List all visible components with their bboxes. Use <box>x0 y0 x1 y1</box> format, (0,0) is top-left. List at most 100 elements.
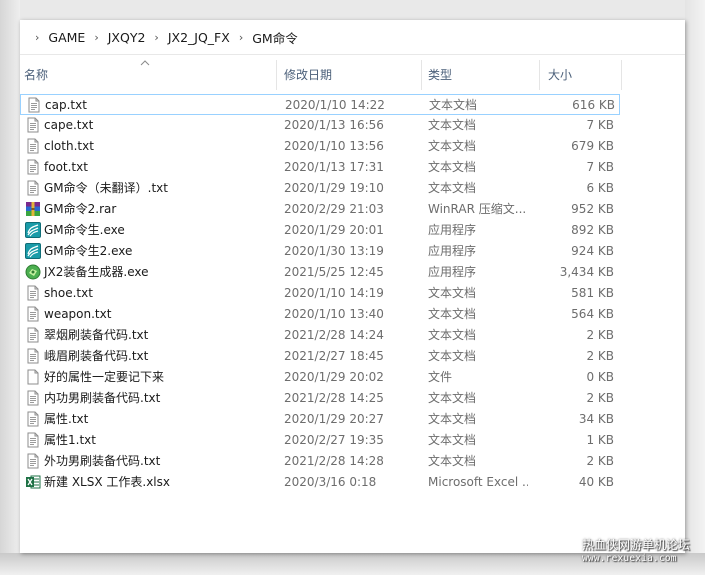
file-row[interactable]: 内功男刷装备代码.txt 2021/2/28 14:25 文本文档 2 KB <box>20 388 620 409</box>
file-type: 文本文档 <box>428 286 477 300</box>
file-name: GM命令生2.exe <box>44 244 133 258</box>
file-row[interactable]: 外功男刷装备代码.txt 2021/2/28 14:28 文本文档 2 KB <box>20 451 620 472</box>
file-size: 2 KB <box>586 328 614 342</box>
application-icon <box>25 222 41 238</box>
file-row[interactable]: 好的属性一定要记下来 2020/1/29 20:02 文件 0 KB <box>20 367 620 388</box>
column-date-header[interactable]: 修改日期 <box>280 60 422 90</box>
file-size: 7 KB <box>586 160 614 174</box>
file-row[interactable]: JX2装备生成器.exe 2021/5/25 12:45 应用程序 3,434 KB <box>20 262 620 283</box>
breadcrumb-gm-commands[interactable]: GM命令 <box>252 28 297 47</box>
file-row[interactable]: GM命令生.exe 2020/1/29 20:01 应用程序 892 KB <box>20 220 620 241</box>
file-name: JX2装备生成器.exe <box>44 265 149 279</box>
watermark: 热血侠网游单机论坛 www.rexuexia.com <box>582 538 702 566</box>
file-row[interactable]: foot.txt 2020/1/13 17:31 文本文档 7 KB <box>20 157 620 178</box>
file-name: GM命令2.rar <box>44 202 117 216</box>
breadcrumb-game[interactable]: GAME <box>48 30 85 45</box>
file-date-modified: 2020/3/16 0:18 <box>284 475 377 489</box>
watermark-url: www.rexuexia.com <box>582 553 677 564</box>
file-date-modified: 2021/2/28 14:24 <box>284 328 384 342</box>
file-type: 文本文档 <box>428 328 477 342</box>
text-file-icon <box>26 97 42 113</box>
file-size: 952 KB <box>571 202 614 216</box>
file-size: 1 KB <box>586 433 614 447</box>
file-name: cape.txt <box>44 118 94 132</box>
text-file-icon <box>25 327 41 343</box>
blank-file-icon <box>25 369 41 385</box>
sort-up-icon <box>140 60 150 66</box>
file-type: 文本文档 <box>428 412 477 426</box>
file-type: 文本文档 <box>428 454 477 468</box>
file-row[interactable]: 属性1.txt 2020/2/27 19:35 文本文档 1 KB <box>20 430 620 451</box>
file-row[interactable]: GM命令2.rar 2020/2/29 21:03 WinRAR 压缩文... 952… <box>20 199 620 220</box>
file-row[interactable]: cape.txt 2020/1/13 16:56 文本文档 7 KB <box>20 115 620 136</box>
text-file-icon <box>25 390 41 406</box>
file-type: 文本文档 <box>428 181 477 195</box>
text-file-icon <box>25 348 41 364</box>
file-size: 6 KB <box>586 181 614 195</box>
file-date-modified: 2021/2/28 14:25 <box>284 391 384 405</box>
text-file-icon <box>25 306 41 322</box>
file-name: 属性1.txt <box>44 433 96 447</box>
file-row[interactable]: GM命令生2.exe 2020/1/30 13:19 应用程序 924 KB <box>20 241 620 262</box>
file-row[interactable]: GM命令（未翻译）.txt 2020/1/29 19:10 文本文档 6 KB <box>20 178 620 199</box>
file-row[interactable]: shoe.txt 2020/1/10 14:19 文本文档 581 KB <box>20 283 620 304</box>
breadcrumb: › GAME › JXQY2 › JX2_JQ_FX › GM命令 <box>26 20 298 54</box>
breadcrumb-jxqy2[interactable]: JXQY2 <box>108 30 146 45</box>
file-row[interactable]: 新建 XLSX 工作表.xlsx 2020/3/16 0:18 Microsoft … <box>20 472 620 493</box>
file-type: Microsoft Excel ... <box>428 475 528 489</box>
file-size: 34 KB <box>578 412 614 426</box>
text-file-icon <box>25 117 41 133</box>
file-date-modified: 2021/2/28 14:28 <box>284 454 384 468</box>
file-name: foot.txt <box>44 160 88 174</box>
file-row[interactable]: cap.txt 2020/1/10 14:22 文本文档 616 KB <box>20 94 620 115</box>
file-size: 7 KB <box>586 118 614 132</box>
file-date-modified: 2020/1/13 16:56 <box>284 118 384 132</box>
file-size: 581 KB <box>571 286 614 300</box>
file-type: 文本文档 <box>428 307 477 321</box>
watermark-title: 热血侠网游单机论坛 <box>582 538 691 552</box>
column-type-header[interactable]: 类型 <box>424 60 540 90</box>
text-file-icon <box>25 411 41 427</box>
text-file-icon <box>25 180 41 196</box>
column-name-header[interactable]: 名称 <box>20 60 277 90</box>
file-name: GM命令（未翻译）.txt <box>44 181 168 195</box>
address-bar[interactable]: › GAME › JXQY2 › JX2_JQ_FX › GM命令 <box>20 20 685 55</box>
column-header: 名称 修改日期 类型 大小 <box>20 60 685 90</box>
file-row[interactable]: weapon.txt 2020/1/10 13:40 文本文档 564 KB <box>20 304 620 325</box>
file-size: 2 KB <box>586 391 614 405</box>
file-date-modified: 2020/1/29 20:02 <box>284 370 384 384</box>
file-date-modified: 2020/1/29 20:27 <box>284 412 384 426</box>
file-name: 翠烟刷装备代码.txt <box>44 328 149 342</box>
text-file-icon <box>25 432 41 448</box>
chevron-right-icon[interactable]: › <box>154 31 158 44</box>
file-type: 应用程序 <box>428 244 477 258</box>
column-size-header[interactable]: 大小 <box>544 60 622 90</box>
file-date-modified: 2020/2/27 19:35 <box>284 433 384 447</box>
file-date-modified: 2020/1/29 20:01 <box>284 223 384 237</box>
file-name: 属性.txt <box>44 412 89 426</box>
file-type: 文本文档 <box>428 139 477 153</box>
explorer-window: › GAME › JXQY2 › JX2_JQ_FX › GM命令 名称 修改日… <box>20 20 685 553</box>
file-date-modified: 2021/2/27 18:45 <box>284 349 384 363</box>
chevron-right-icon[interactable]: › <box>239 31 243 44</box>
file-size: 924 KB <box>571 244 614 258</box>
text-file-icon <box>25 285 41 301</box>
file-size: 40 KB <box>578 475 614 489</box>
column-date-label: 修改日期 <box>284 68 333 82</box>
file-name: 新建 XLSX 工作表.xlsx <box>44 475 170 489</box>
file-size: 0 KB <box>586 370 614 384</box>
background-right <box>685 0 705 575</box>
chevron-right-icon[interactable]: › <box>94 31 98 44</box>
breadcrumb-jx2-jq-fx[interactable]: JX2_JQ_FX <box>168 30 230 45</box>
file-name: 峨眉刷装备代码.txt <box>44 349 149 363</box>
file-row[interactable]: 翠烟刷装备代码.txt 2021/2/28 14:24 文本文档 2 KB <box>20 325 620 346</box>
file-row[interactable]: 峨眉刷装备代码.txt 2021/2/27 18:45 文本文档 2 KB <box>20 346 620 367</box>
file-type: 应用程序 <box>428 265 477 279</box>
file-date-modified: 2020/2/29 21:03 <box>284 202 384 216</box>
file-row[interactable]: 属性.txt 2020/1/29 20:27 文本文档 34 KB <box>20 409 620 430</box>
file-row[interactable]: cloth.txt 2020/1/10 13:56 文本文档 679 KB <box>20 136 620 157</box>
chevron-right-icon[interactable]: › <box>35 31 39 44</box>
file-size: 892 KB <box>571 223 614 237</box>
file-date-modified: 2020/1/10 14:22 <box>285 98 385 112</box>
file-date-modified: 2020/1/10 14:19 <box>284 286 384 300</box>
